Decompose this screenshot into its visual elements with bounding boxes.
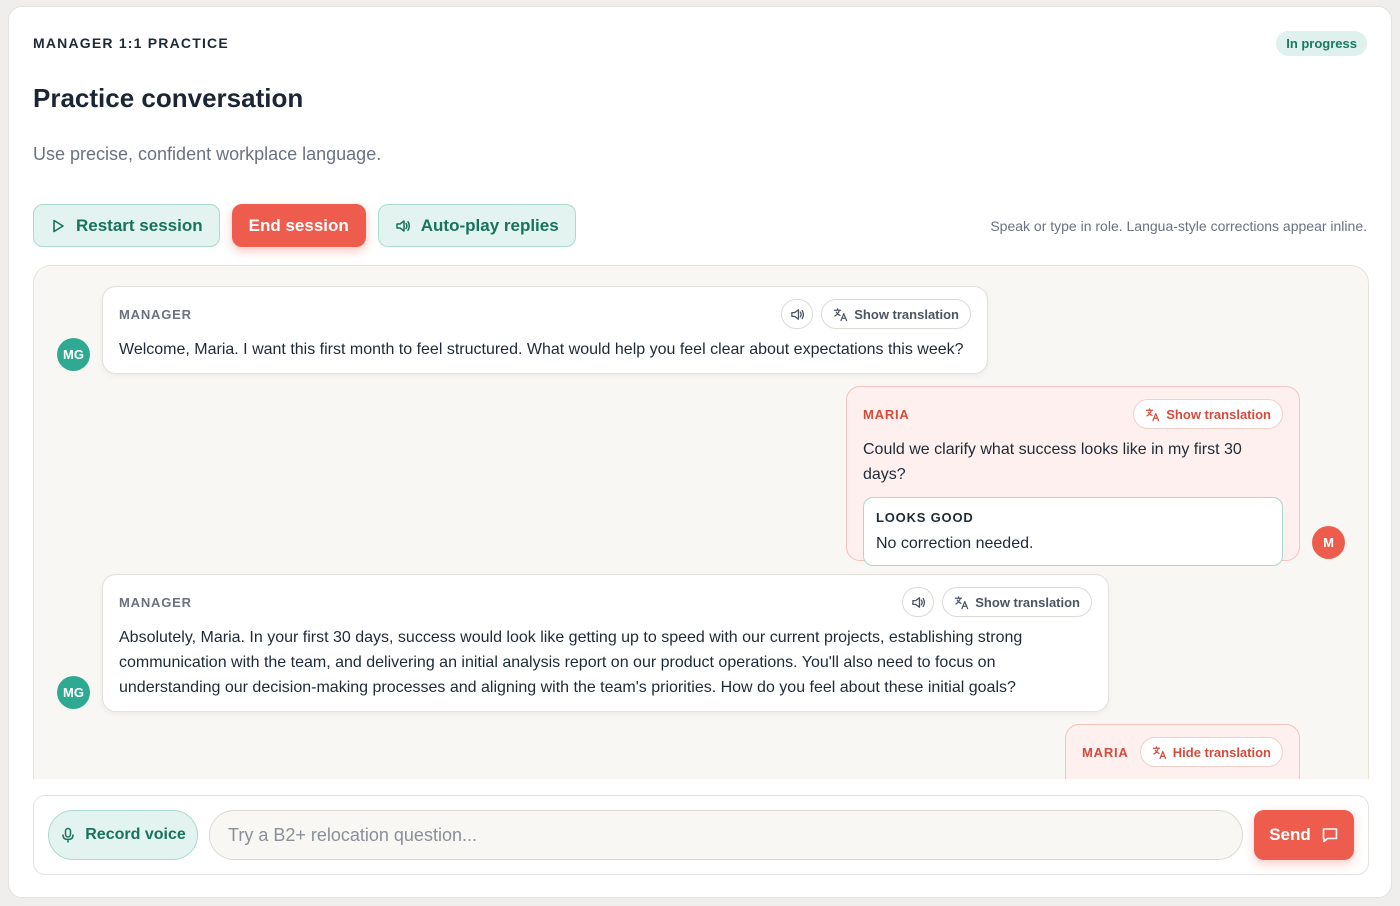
chat-message-manager: MANAGER Show translation Welcome, Maria.… bbox=[102, 286, 988, 374]
send-label: Send bbox=[1269, 825, 1311, 844]
hide-translation-button[interactable]: Hide translation bbox=[1139, 737, 1283, 767]
hide-translation-label: Hide translation bbox=[1172, 744, 1271, 760]
translate-icon bbox=[1152, 745, 1166, 759]
message-input[interactable] bbox=[209, 810, 1243, 860]
record-voice-label: Record voice bbox=[85, 826, 186, 843]
show-translation-button[interactable]: Show translation bbox=[821, 299, 971, 329]
show-translation-label: Show translation bbox=[854, 306, 959, 322]
message-actions: Show translation bbox=[781, 299, 971, 329]
play-audio-button[interactable] bbox=[781, 299, 814, 329]
status-badge: In progress bbox=[1276, 31, 1367, 56]
show-translation-button[interactable]: Show translation bbox=[942, 587, 1092, 617]
message-header: MARIA Hide translation bbox=[1082, 737, 1283, 767]
correction-card: LOOKS GOOD No correction needed. bbox=[863, 497, 1283, 566]
show-translation-label: Show translation bbox=[1166, 406, 1271, 422]
show-translation-label: Show translation bbox=[975, 594, 1080, 610]
message-role: MANAGER bbox=[119, 306, 192, 322]
chat-bubble-icon bbox=[1322, 828, 1338, 843]
record-voice-button[interactable]: Record voice bbox=[48, 810, 198, 860]
auto-play-label: Auto-play replies bbox=[420, 215, 559, 235]
correction-label: LOOKS GOOD bbox=[876, 510, 974, 525]
message-header: MARIA Show translation bbox=[863, 399, 1283, 429]
translate-icon bbox=[955, 595, 969, 609]
chat-message-manager: MANAGER Show translation Absolutely, Mar… bbox=[102, 574, 1109, 712]
speaker-icon bbox=[911, 596, 925, 608]
message-actions: Hide translation bbox=[1139, 737, 1283, 767]
message-actions: Show translation bbox=[902, 587, 1092, 617]
show-translation-button[interactable]: Show translation bbox=[1133, 399, 1283, 429]
end-session-button[interactable]: End session bbox=[231, 204, 366, 247]
restart-session-button[interactable]: Restart session bbox=[33, 204, 220, 247]
message-header: MANAGER Show translation bbox=[119, 587, 1092, 617]
speaker-icon bbox=[790, 308, 804, 320]
avatar: M bbox=[1312, 526, 1345, 559]
correction-text: No correction needed. bbox=[876, 535, 1034, 552]
message-actions: Show translation bbox=[1133, 399, 1283, 429]
message-text: Welcome, Maria. I want this first month … bbox=[119, 341, 964, 358]
message-text: Could we clarify what success looks like… bbox=[863, 441, 1242, 483]
message-composer: Record voice Send bbox=[33, 795, 1369, 875]
play-audio-button[interactable] bbox=[902, 587, 935, 617]
chat-message-user: MARIA Show translation Could we clarify … bbox=[846, 386, 1300, 566]
play-icon bbox=[53, 219, 64, 232]
chat-thread[interactable]: MANAGER Show translation Welcome, Maria.… bbox=[33, 265, 1369, 779]
toolbar-hint: Speak or type in role. Langua-style corr… bbox=[990, 218, 1367, 234]
speaker-icon bbox=[396, 219, 410, 232]
practice-card: MANAGER 1:1 PRACTICE In progress Practic… bbox=[8, 6, 1392, 898]
avatar: MG bbox=[57, 676, 90, 709]
message-text: Absolutely, Maria. In your first 30 days… bbox=[119, 629, 1023, 696]
message-role: MARIA bbox=[1082, 744, 1129, 760]
translate-icon bbox=[834, 307, 848, 321]
translate-icon bbox=[1146, 407, 1160, 421]
send-button[interactable]: Send bbox=[1254, 810, 1354, 860]
auto-play-replies-button[interactable]: Auto-play replies bbox=[377, 204, 576, 247]
session-toolbar: Restart session End session Auto-play re… bbox=[33, 204, 576, 247]
chat-message-user: MARIA Hide translation bbox=[1065, 724, 1300, 779]
restart-session-label: Restart session bbox=[76, 215, 203, 235]
message-role: MARIA bbox=[863, 406, 910, 422]
page-subtitle: Use precise, confident workplace languag… bbox=[33, 144, 382, 164]
avatar: MG bbox=[57, 338, 90, 371]
message-header: MANAGER Show translation bbox=[119, 299, 971, 329]
end-session-label: End session bbox=[248, 215, 349, 235]
microphone-icon bbox=[62, 827, 74, 843]
page-title: Practice conversation bbox=[33, 83, 304, 113]
page-kicker: MANAGER 1:1 PRACTICE bbox=[33, 35, 229, 51]
message-role: MANAGER bbox=[119, 594, 192, 610]
